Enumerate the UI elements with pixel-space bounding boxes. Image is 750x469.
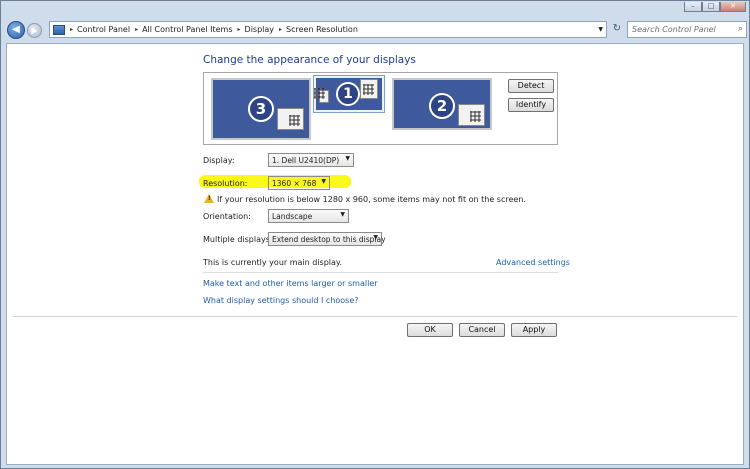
window-icon [360,79,378,99]
multiple-displays-label: Multiple displays: [203,235,273,244]
control-panel-icon [53,24,65,35]
forward-button[interactable]: ▶ [27,23,42,38]
orientation-label: Orientation: [203,212,251,221]
maximize-button[interactable]: □ [702,2,720,12]
display-settings-help-link[interactable]: What display settings should I choose? [203,296,359,305]
breadcrumb-separator[interactable]: ▸ [238,26,241,33]
orientation-select[interactable]: Landscape ▼ [268,209,349,223]
detect-button[interactable]: Detect [508,79,554,93]
multiple-displays-value: Extend desktop to this display [272,235,386,244]
cancel-button[interactable]: Cancel [459,323,505,337]
search-placeholder: Search Control Panel [632,25,716,34]
monitor-number: 3 [248,96,274,122]
breadcrumb-screen-resolution[interactable]: Screen Resolution [286,25,358,34]
breadcrumb-separator[interactable]: ▸ [135,26,138,33]
chevron-down-icon[interactable]: ▼ [598,22,603,37]
chevron-down-icon: ▼ [345,155,350,162]
text-size-link[interactable]: Make text and other items larger or smal… [203,279,378,288]
monitor-1[interactable]: 1 [313,75,385,113]
chevron-down-icon: ▼ [321,178,326,185]
display-value: 1. Dell U2410(DP) [272,156,340,165]
refresh-icon[interactable]: ↻ [610,23,624,37]
advanced-settings-link[interactable]: Advanced settings [496,258,570,267]
monitor-2[interactable]: 2 [392,78,492,130]
search-input[interactable]: Search Control Panel ⌕ [627,21,747,38]
breadcrumb-separator[interactable]: ▸ [279,26,282,33]
title-bar: – □ ✕ [1,1,749,15]
monitor-number: 2 [429,93,455,119]
main-display-status: This is currently your main display. [203,258,343,267]
window-icon [277,108,304,130]
resolution-warning: If your resolution is below 1280 x 960, … [217,195,526,204]
breadcrumb-all-items[interactable]: All Control Panel Items [142,25,232,34]
monitor-3[interactable]: 3 [211,78,311,140]
address-bar[interactable]: ▸ Control Panel ▸ All Control Panel Item… [49,21,607,38]
resolution-label: Resolution: [203,179,248,188]
navigation-bar: ◀ ▶ ▸ Control Panel ▸ All Control Panel … [5,18,747,40]
back-button[interactable]: ◀ [7,21,25,39]
main-content: Change the appearance of your displays 3… [6,43,744,465]
display-select[interactable]: 1. Dell U2410(DP) ▼ [268,153,354,167]
close-button[interactable]: ✕ [720,2,746,12]
window-icon [314,88,329,103]
resolution-select[interactable]: 1360 × 768 ▼ [268,176,330,190]
multiple-displays-select[interactable]: Extend desktop to this display ▼ [268,232,386,246]
display-label: Display: [203,156,235,165]
control-panel-window: – □ ✕ ◀ ▶ ▸ Control Panel ▸ All Control … [0,0,750,469]
chevron-down-icon: ▼ [373,234,378,241]
divider [203,272,558,273]
orientation-value: Landscape [272,212,313,221]
ok-button[interactable]: OK [407,323,453,337]
minimize-button[interactable]: – [684,2,702,12]
breadcrumb-display[interactable]: Display [245,25,275,34]
breadcrumb-separator[interactable]: ▸ [70,26,73,33]
search-icon[interactable]: ⌕ [738,24,743,34]
chevron-down-icon: ▼ [340,211,345,218]
monitor-arrangement: 3 1 2 Detect Identify [203,72,558,145]
apply-button[interactable]: Apply [511,323,557,337]
warning-icon: ! [204,194,214,203]
breadcrumb-control-panel[interactable]: Control Panel [77,25,130,34]
window-icon [458,104,485,126]
divider [13,316,737,317]
warning-glyph: ! [208,195,211,202]
identify-button[interactable]: Identify [508,98,554,112]
resolution-value: 1360 × 768 [272,179,317,188]
page-title: Change the appearance of your displays [203,54,416,66]
monitor-number: 1 [336,82,360,106]
